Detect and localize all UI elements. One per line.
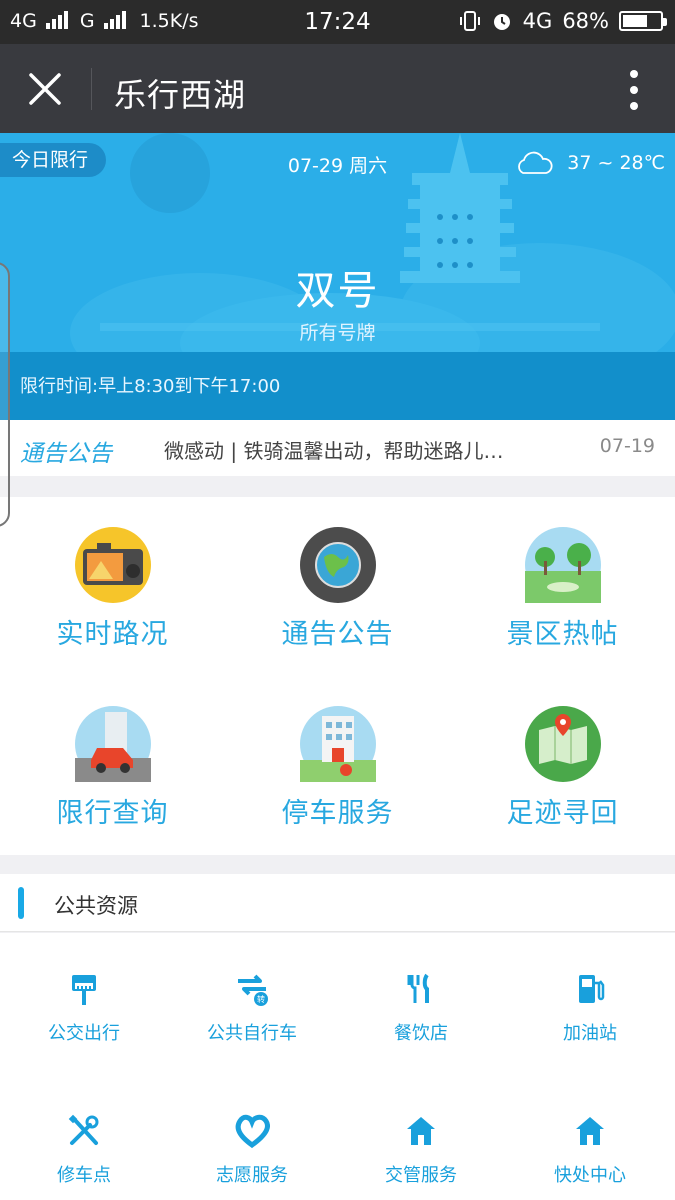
public-resources-grid: 公交出行 转 公共自行车 餐饮店 加油站 修车点 志愿服务 交管服务 快处中心 [0,933,675,1200]
item-restaurant[interactable]: 餐饮店 [337,933,505,1075]
home-icon [407,1117,435,1145]
item-label: 快处中心 [554,1165,626,1186]
globe-icon [300,527,376,603]
map-pin-icon [525,706,601,782]
notice-date: 07-19 [599,435,655,457]
drawer-handle[interactable] [0,262,10,527]
car-icon [75,706,151,782]
item-label: 交管服务 [385,1165,457,1186]
titlebar-divider [91,68,92,110]
temperature: 37 ~ 28℃ [567,152,665,174]
tile-label: 限行查询 [56,798,169,829]
tile-realtime-traffic[interactable]: 实时路况 [0,497,225,676]
item-label: 加油站 [563,1023,617,1044]
bike-exchange-icon: 转 [238,974,268,1006]
weather-info: 37 ~ 28℃ [515,151,665,175]
item-bus[interactable]: 公交出行 [0,933,168,1075]
item-traffic-service[interactable]: 交管服务 [337,1075,505,1200]
building-icon [300,706,376,782]
camera-icon [75,527,151,603]
cloud-icon [518,151,553,174]
close-icon[interactable] [26,70,64,108]
notice-bar[interactable]: 通告公告 微感动 | 铁骑温馨出动，帮助迷路儿… 07-19 [0,420,675,476]
status-bar: 4G G 1.5K/s 17:24 4G 68% [0,0,675,44]
heart-icon [235,1114,270,1149]
park-icon [525,527,601,603]
plate-rule: 双号 [295,268,380,314]
gas-pump-icon [579,975,605,1003]
svg-text:转: 转 [257,994,265,1004]
fork-knife-icon [407,973,429,1003]
item-repair[interactable]: 修车点 [0,1075,168,1200]
tile-label: 实时路况 [56,619,169,650]
main-feature-grid: 实时路况 通告公告 景区热帖 限行查询 停车服务 足迹寻回 [0,497,675,855]
tile-label: 景区热帖 [506,619,619,650]
item-label: 公共自行车 [207,1023,297,1044]
plate-scope: 所有号牌 [299,322,376,344]
network-type-3: 4G [522,9,553,33]
tile-label: 停车服务 [281,798,394,829]
item-label: 修车点 [57,1165,111,1186]
status-right: 4G 68% [459,9,667,33]
item-label: 公交出行 [48,1023,120,1044]
vibrate-icon [459,11,480,31]
battery-icon [619,11,667,31]
wrench-screwdriver-icon [68,1114,99,1145]
public-resources-header: 公共资源 [0,874,675,932]
item-label: 志愿服务 [216,1165,288,1186]
section-title: 公共资源 [54,894,138,918]
battery-percent: 68% [562,9,609,33]
notice-label: 通告公告 [20,441,112,467]
alarm-icon [493,14,510,30]
section-accent-bar [18,887,24,919]
home-icon [576,1117,604,1145]
bus-stop-icon [72,975,96,1005]
item-gas-station[interactable]: 加油站 [506,933,674,1075]
tile-footprint-recovery[interactable]: 足迹寻回 [450,676,675,855]
restriction-time-range: 限行时间:早上8:30到下午17:00 [20,376,281,397]
tile-label: 足迹寻回 [506,798,619,829]
notice-text[interactable]: 微感动 | 铁骑温馨出动，帮助迷路儿… [164,435,554,464]
more-vertical-icon[interactable] [627,70,641,110]
tile-parking-service[interactable]: 停车服务 [225,676,450,855]
tile-scenic-posts[interactable]: 景区热帖 [450,497,675,676]
page-title: 乐行西湖 [114,76,247,114]
item-label: 餐饮店 [394,1023,448,1044]
item-quick-center[interactable]: 快处中心 [506,1075,674,1200]
tile-restriction-query[interactable]: 限行查询 [0,676,225,855]
tile-notices[interactable]: 通告公告 [225,497,450,676]
item-public-bike[interactable]: 转 公共自行车 [168,933,336,1075]
app-titlebar: 乐行西湖 [0,44,675,133]
item-volunteer[interactable]: 志愿服务 [168,1075,336,1200]
tile-label: 通告公告 [281,619,394,650]
restriction-banner[interactable]: 今日限行 07-29 周六 37 ~ 28℃ 双号 所有号牌 限行时间:早上8:… [0,133,675,420]
